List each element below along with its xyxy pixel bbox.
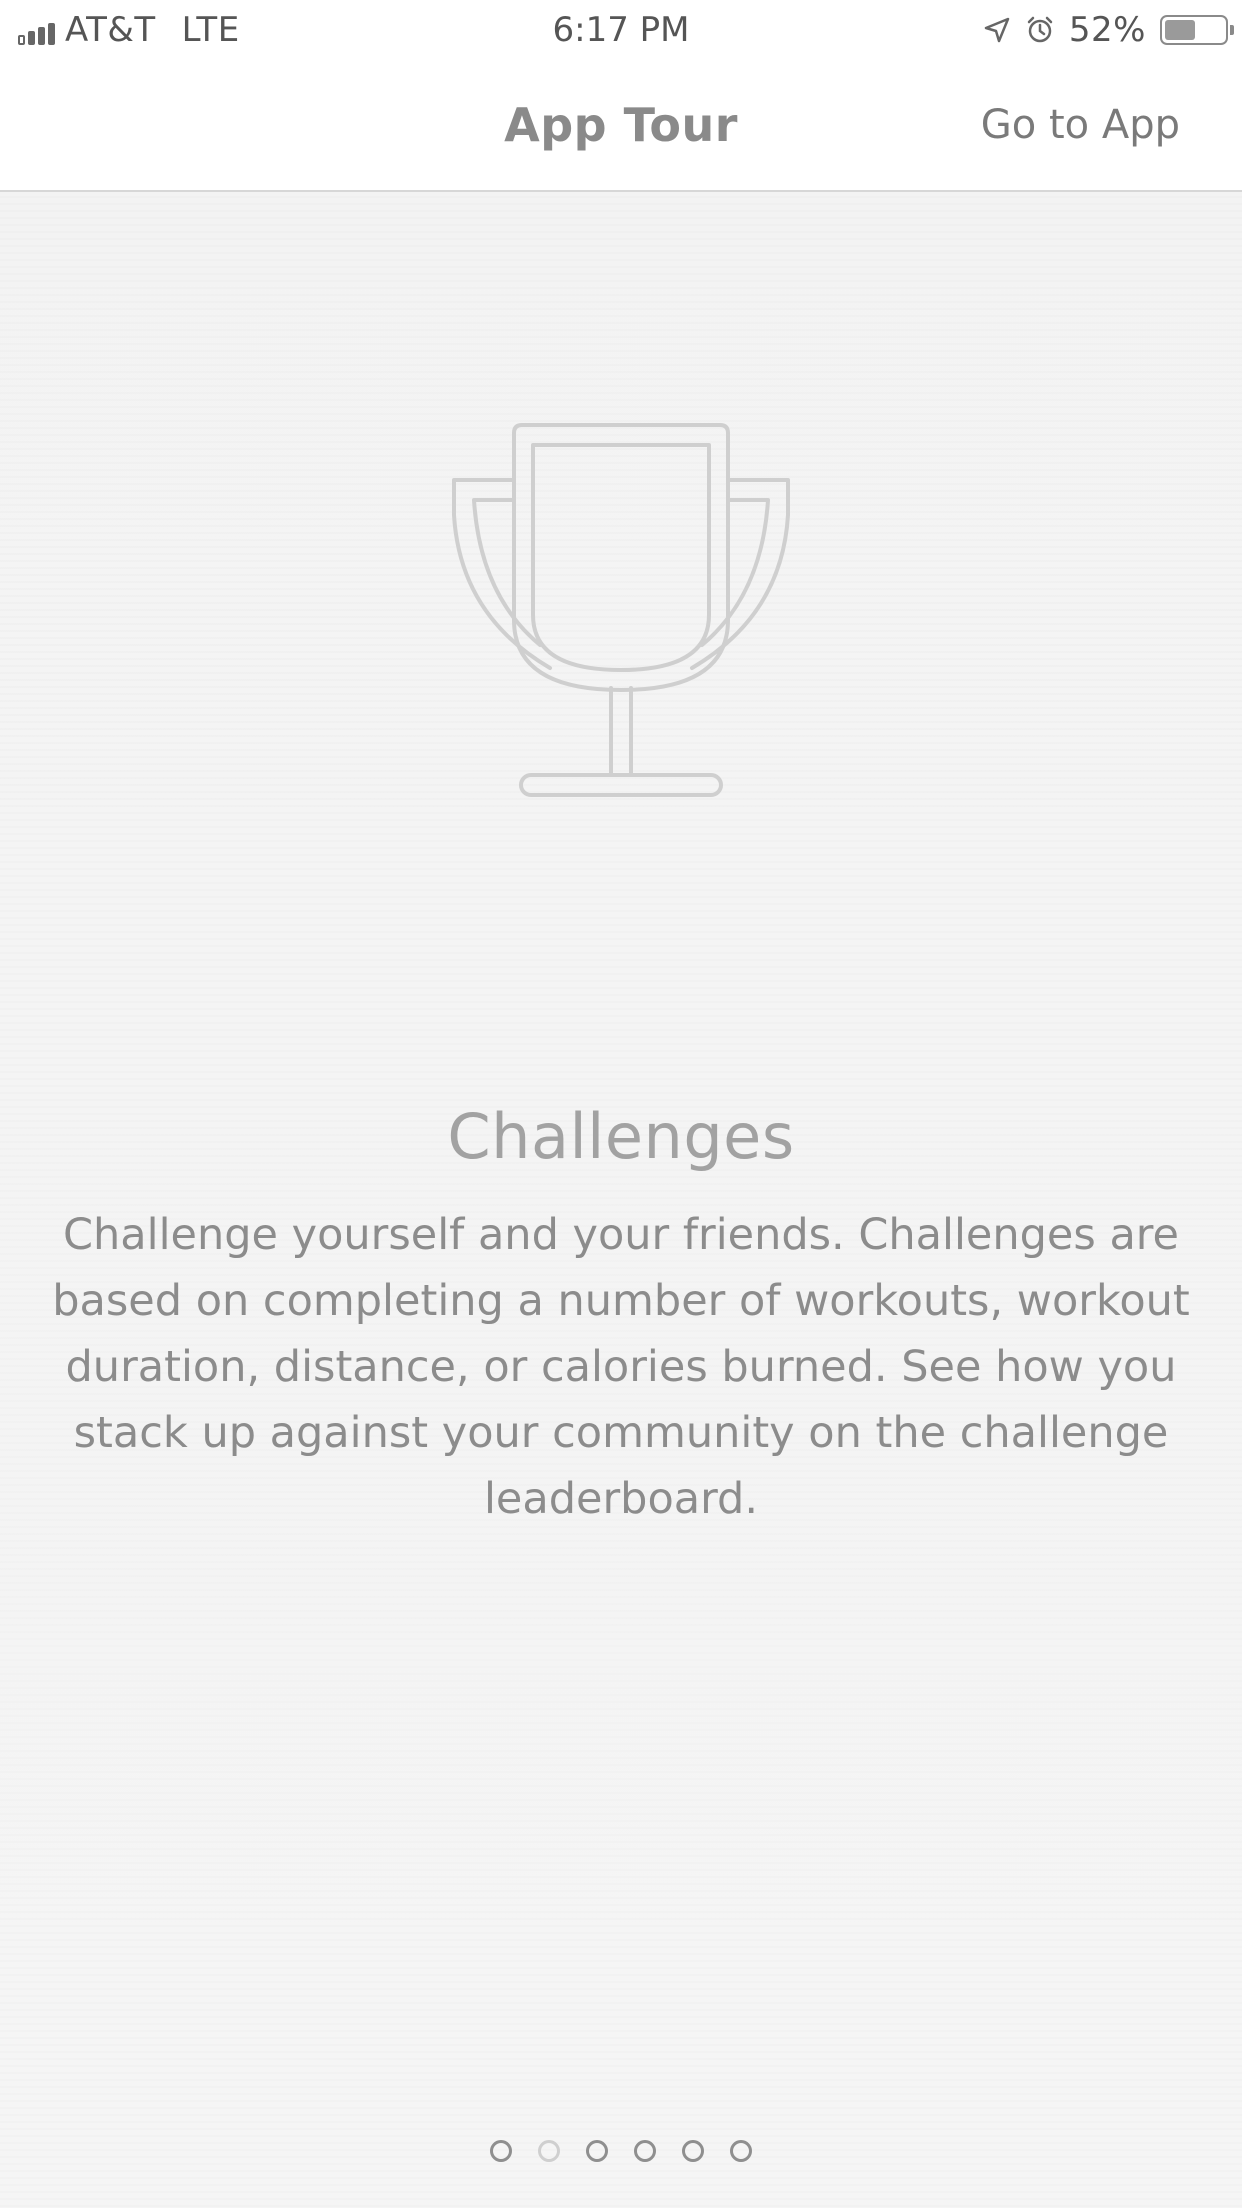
go-to-app-button[interactable]: Go to App — [981, 102, 1180, 148]
page-dot[interactable] — [682, 2140, 704, 2162]
page-dot[interactable] — [490, 2140, 512, 2162]
page-dot[interactable] — [730, 2140, 752, 2162]
battery-fill — [1165, 20, 1195, 40]
page-dot[interactable] — [634, 2140, 656, 2162]
page-indicator[interactable] — [0, 2140, 1242, 2162]
alarm-icon — [1027, 16, 1053, 43]
page-dot[interactable] — [586, 2140, 608, 2162]
navigation-bar: App Tour Go to App — [0, 62, 1242, 192]
status-bar: AT&T LTE 6:17 PM 52% — [0, 0, 1242, 62]
page-dot[interactable] — [538, 2140, 560, 2162]
battery-percent: 52% — [1068, 10, 1146, 50]
status-right: 52% — [983, 10, 1234, 50]
slide-title: Challenges — [447, 1100, 795, 1173]
app-tour-screen: AT&T LTE 6:17 PM 52% App Tour Go to App — [0, 0, 1242, 2208]
slide-description: Challenge yourself and your friends. Cha… — [52, 1210, 1190, 1524]
location-arrow-icon — [984, 17, 1010, 43]
trophy-icon — [452, 423, 790, 797]
battery-icon — [1160, 15, 1234, 45]
